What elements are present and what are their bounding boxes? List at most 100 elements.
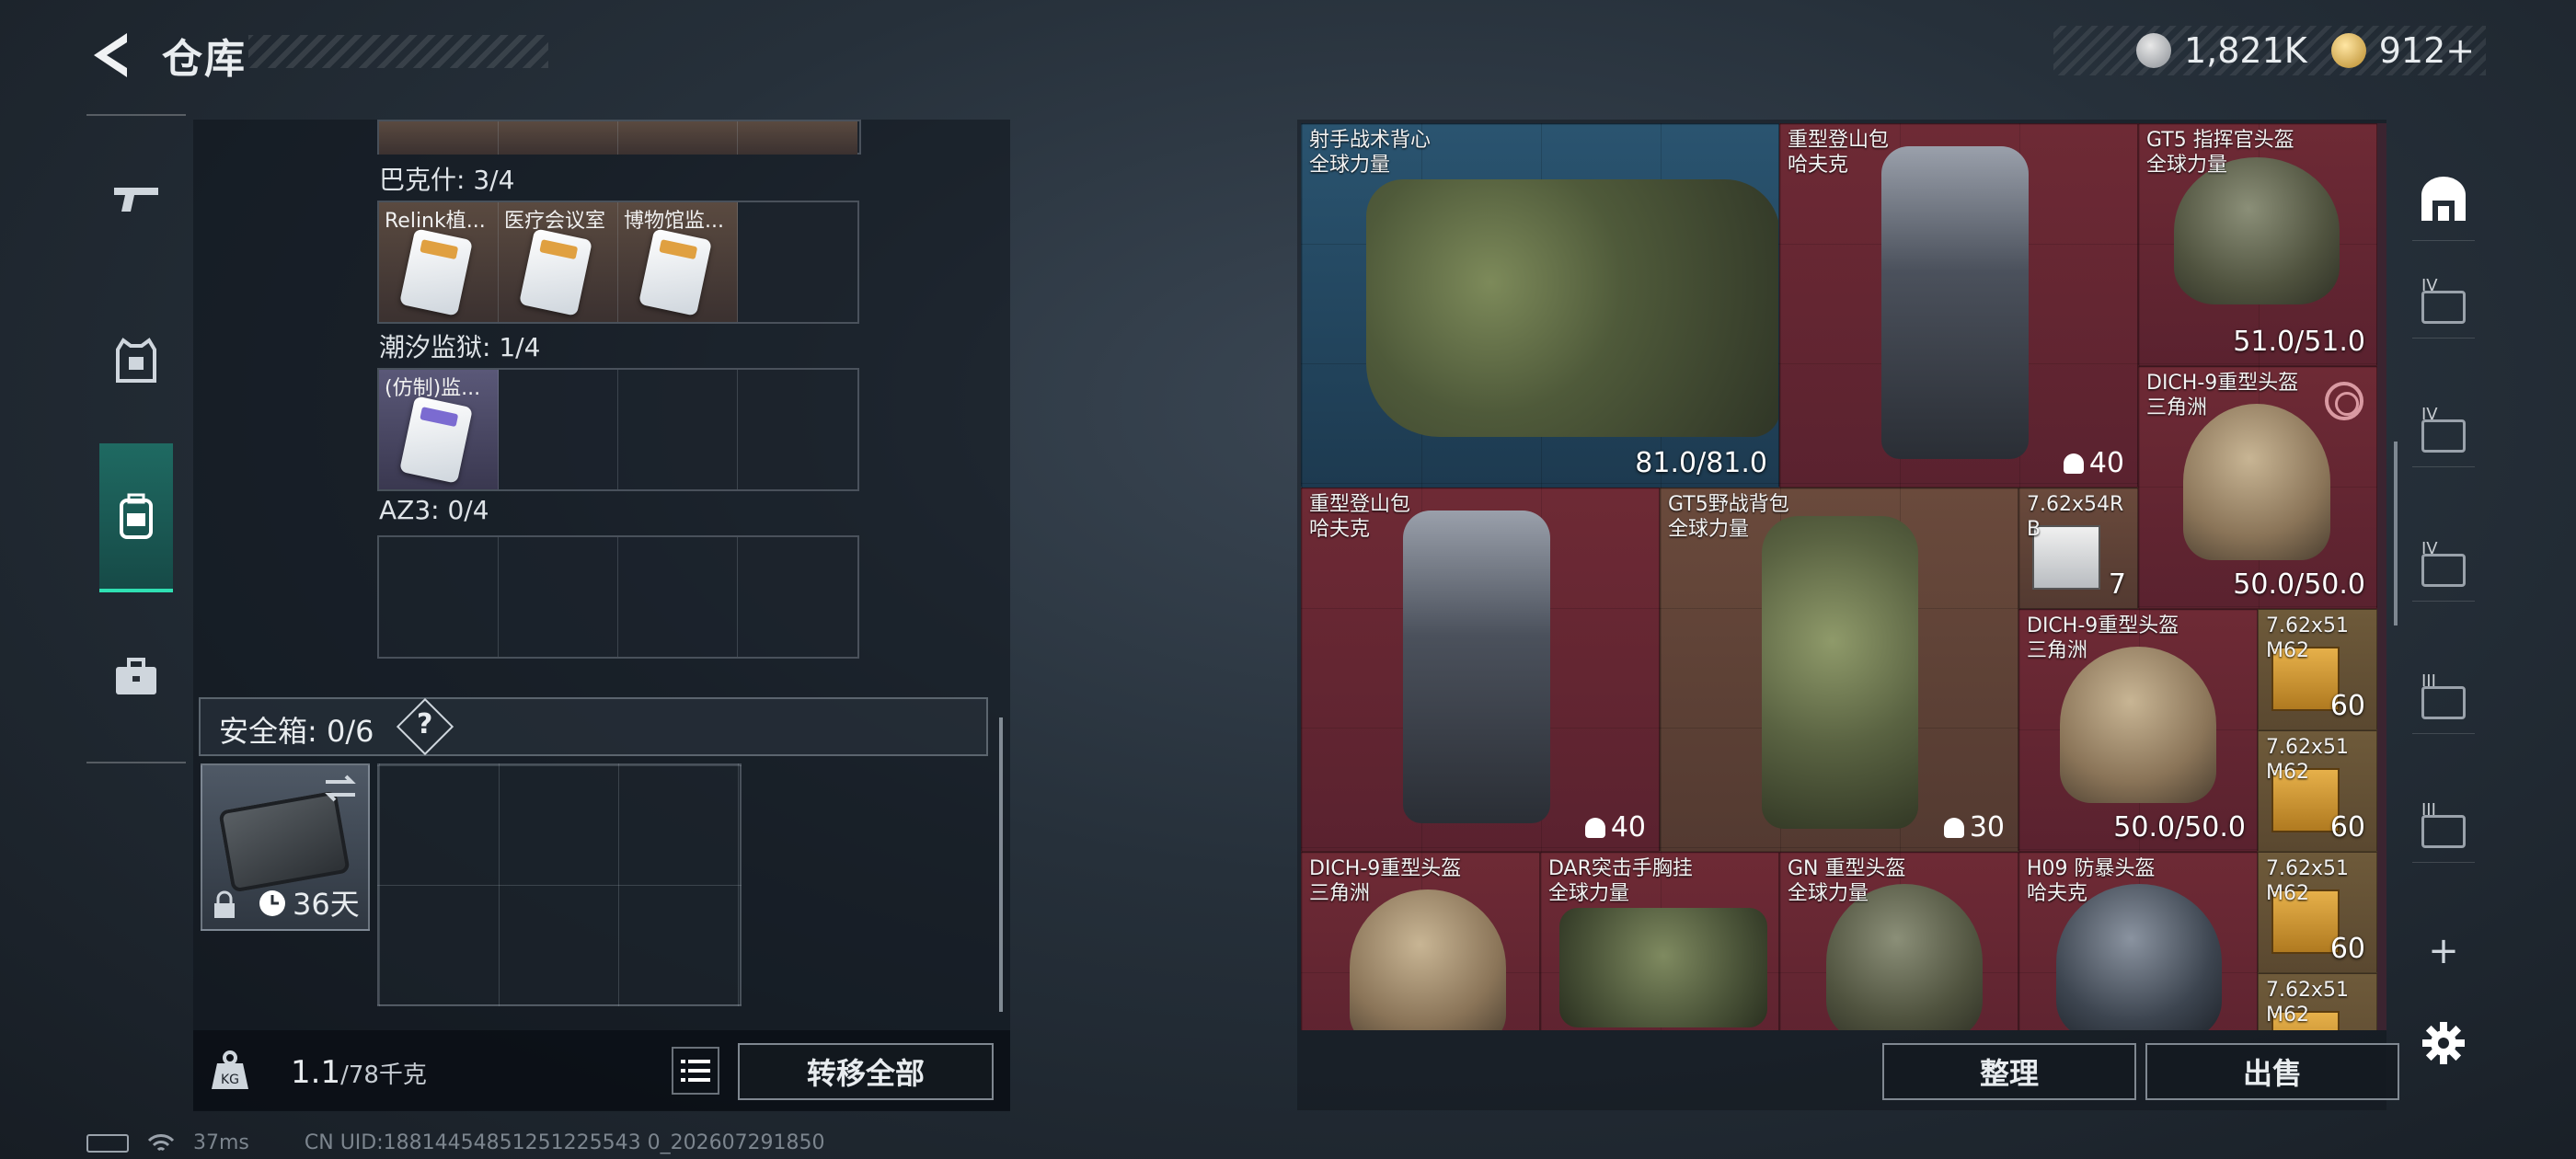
capacity-current: 1.1: [291, 1054, 341, 1091]
transfer-all-button[interactable]: 转移全部: [738, 1043, 994, 1100]
item-capacity: 40: [1584, 811, 1646, 843]
inventory-item[interactable]: DAR突击手胸挂 全球力量: [1540, 852, 1779, 1030]
keycard-icon: [398, 396, 474, 484]
keycard-slot[interactable]: (仿制)监...: [379, 370, 499, 489]
gun-icon: [114, 188, 158, 212]
keycard-slot[interactable]: Relink植...: [379, 202, 499, 322]
user-uid: CN UID:18814454851251225543 0_2026072918…: [304, 1131, 825, 1154]
sort-button[interactable]: 整理: [1882, 1043, 2136, 1100]
item-slot[interactable]: [738, 121, 857, 155]
inventory-item[interactable]: 7.62x54R B 7: [2018, 488, 2138, 609]
item-slot[interactable]: [618, 121, 738, 155]
item-count: 60: [2329, 811, 2365, 843]
keycard-slot[interactable]: 医疗会议室: [499, 202, 618, 322]
grid-row-tidal-prison: (仿制)监...: [377, 368, 859, 491]
item-name: DICH-9重型头盔 三角洲: [1309, 857, 1462, 905]
nav-case[interactable]: [99, 640, 173, 714]
item-slot[interactable]: [499, 121, 618, 155]
left-scrollbar[interactable]: [999, 717, 1003, 1012]
safebox-duration: 36天: [293, 887, 360, 922]
inventory-item[interactable]: 重型登山包 哈夫克 40: [1301, 488, 1660, 852]
item-name: 7.62x54R B: [2027, 493, 2124, 541]
item-durability: 81.0/81.0: [1635, 447, 1767, 479]
inventory-item[interactable]: DICH-9重型头盔 三角洲 50.0/50.0: [2018, 609, 2258, 852]
briefcase-icon: [116, 658, 156, 694]
back-button[interactable]: [86, 28, 142, 83]
inventory-item[interactable]: DICH-9重型头盔 三角洲: [1301, 852, 1540, 1030]
add-storage-button[interactable]: +: [2412, 920, 2475, 982]
storage-tab-5[interactable]: III: [2412, 800, 2475, 863]
item-count: 60: [2329, 690, 2365, 722]
inventory-item[interactable]: 重型登山包 哈夫克 40: [1779, 123, 2138, 488]
empty-slot[interactable]: [738, 537, 857, 657]
chest-rig-icon: [1559, 908, 1767, 1027]
capacity-icon: [2063, 453, 2084, 474]
lock-icon: [214, 890, 235, 918]
empty-slot[interactable]: [499, 537, 618, 657]
inventory-scrollbar[interactable]: [2394, 442, 2398, 625]
list-icon: [681, 1060, 710, 1082]
grid-row-az3: [377, 535, 859, 659]
gold-amount[interactable]: 912+: [2379, 30, 2475, 71]
settings-button[interactable]: [2412, 1012, 2475, 1074]
empty-slot[interactable]: [379, 537, 499, 657]
capacity-value: 40: [2088, 447, 2124, 479]
section-label-bakesh: 巴克什: 3/4: [379, 165, 515, 195]
item-slot[interactable]: [379, 121, 499, 155]
inventory-item[interactable]: GT5野战背包 全球力量 30: [1660, 488, 2018, 852]
status-bar: 37ms CN UID:18814454851251225543 0_20260…: [86, 1131, 825, 1154]
empty-slot[interactable]: [499, 370, 618, 489]
list-view-button[interactable]: [672, 1047, 719, 1095]
empty-slot[interactable]: [738, 202, 857, 322]
inventory-item[interactable]: 射手战术背心 全球力量 81.0/81.0: [1301, 123, 1779, 488]
nav-backpack[interactable]: [99, 443, 173, 592]
inventory-item[interactable]: 7.62x51 M62 60: [2258, 730, 2377, 852]
right-nav: IV IV IV III III +: [2405, 120, 2482, 1110]
storage-tab-3[interactable]: IV: [2412, 539, 2475, 602]
safebox-item[interactable]: 36天: [201, 763, 370, 931]
warehouse-tab[interactable]: [2412, 156, 2475, 241]
storage-tab-2[interactable]: IV: [2412, 405, 2475, 467]
nav-armor[interactable]: [99, 324, 173, 397]
swap-icon[interactable]: [322, 773, 359, 804]
inventory-item[interactable]: 7.62x51 M62 60: [2258, 852, 2377, 973]
nav-weapons[interactable]: [99, 162, 173, 235]
backpack-icon: [1762, 516, 1918, 829]
inventory-item[interactable]: DICH-9重型头盔 三角洲 50.0/50.0: [2138, 366, 2377, 609]
safebox-label: 安全箱: 0/6: [219, 714, 374, 749]
keycard-slot[interactable]: 博物馆监...: [618, 202, 738, 322]
grid-row-partial: [377, 120, 861, 155]
help-icon: ?: [417, 708, 433, 740]
sell-button[interactable]: 出售: [2145, 1043, 2399, 1100]
tier-label: IV: [2421, 405, 2438, 424]
inventory-item[interactable]: GT5 指挥官头盔 全球力量 51.0/51.0: [2138, 123, 2377, 366]
storage-tab-4[interactable]: III: [2412, 671, 2475, 734]
inventory-item[interactable]: 7.62x51 M62: [2258, 973, 2377, 1030]
storage-tab-1[interactable]: IV: [2412, 276, 2475, 339]
page-title: 仓库: [162, 36, 247, 83]
item-label: (仿制)监...: [385, 377, 481, 400]
capacity-value: 40: [1610, 811, 1646, 843]
empty-slot[interactable]: [738, 370, 857, 489]
item-name: H09 防暴头盔 哈夫克: [2027, 857, 2156, 905]
item-name: 7.62x51 M62: [2266, 979, 2349, 1027]
inventory-item[interactable]: 7.62x51 M62 60: [2258, 609, 2377, 730]
item-name: GT5野战背包 全球力量: [1668, 493, 1789, 541]
capacity-value: 30: [1969, 811, 2005, 843]
ping: 37ms: [193, 1131, 249, 1154]
empty-slot[interactable]: [618, 370, 738, 489]
wifi-icon: [147, 1133, 175, 1151]
helmet-icon: [2060, 647, 2216, 803]
inventory-item[interactable]: GN 重型头盔 全球力量: [1779, 852, 2018, 1030]
item-label: 博物馆监...: [624, 210, 724, 233]
capacity-max: /78千克: [340, 1061, 427, 1089]
item-label: Relink植...: [385, 210, 486, 233]
item-name: 重型登山包 哈夫克: [1788, 129, 1890, 177]
tactical-vest-icon: [1366, 179, 1778, 437]
capacity-value: 1.1/78千克: [291, 1054, 427, 1091]
armor-icon: [116, 338, 156, 383]
empty-slot[interactable]: [618, 537, 738, 657]
item-capacity: 40: [2063, 447, 2124, 479]
item-name: 重型登山包 哈夫克: [1309, 493, 1411, 541]
inventory-item[interactable]: H09 防暴头盔 哈夫克: [2018, 852, 2258, 1030]
